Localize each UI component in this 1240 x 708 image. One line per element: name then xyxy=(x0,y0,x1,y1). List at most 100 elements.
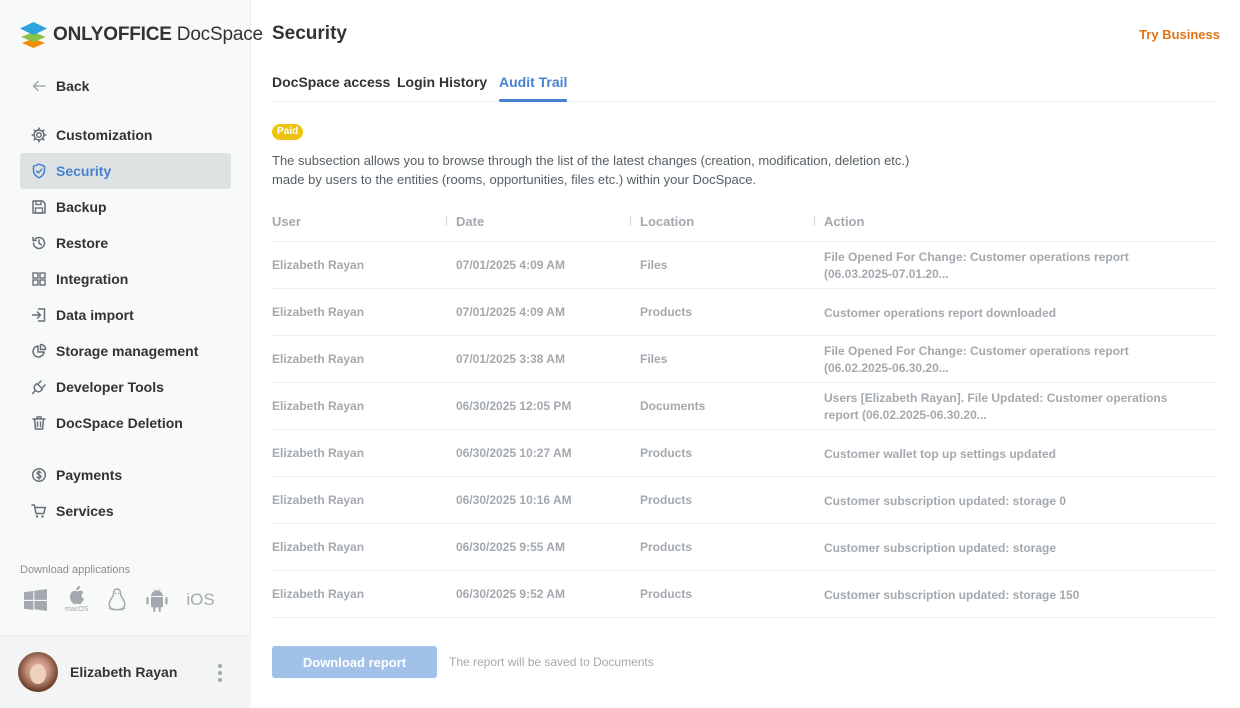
linux-app-link[interactable] xyxy=(106,587,128,612)
column-resize-handle[interactable] xyxy=(814,216,815,226)
profile-name: Elizabeth Rayan xyxy=(70,664,178,680)
arrow-left-icon xyxy=(31,78,47,94)
tab-bar: DocSpace access Login History Audit Trai… xyxy=(272,74,1216,102)
table-row[interactable]: Elizabeth Rayan 06/30/2025 9:52 AM Produ… xyxy=(272,571,1216,618)
grid-icon xyxy=(31,271,47,287)
tab-login-history[interactable]: Login History xyxy=(397,74,487,102)
table-row[interactable]: Elizabeth Rayan 07/01/2025 4:09 AM Produ… xyxy=(272,289,1216,336)
column-header-action[interactable]: Action xyxy=(824,214,864,229)
sidebar-item-customization[interactable]: Customization xyxy=(20,117,231,153)
cell-user: Elizabeth Rayan xyxy=(272,587,365,601)
cell-location: Documents xyxy=(640,399,706,413)
column-resize-handle[interactable] xyxy=(446,216,447,226)
more-vertical-icon[interactable] xyxy=(217,664,223,682)
table-header: User Date Location Action xyxy=(272,205,1216,242)
sidebar: ONLYOFFICE DocSpace Back Customization S… xyxy=(0,0,263,708)
user-profile[interactable]: Elizabeth Rayan xyxy=(0,635,251,708)
table-row[interactable]: Elizabeth Rayan 07/01/2025 4:09 AM Files… xyxy=(272,242,1216,289)
cell-date: 06/30/2025 10:16 AM xyxy=(456,493,572,507)
sidebar-item-label: DocSpace Deletion xyxy=(56,415,183,431)
cell-location: Products xyxy=(640,305,693,319)
sidebar-item-label: Security xyxy=(56,163,112,179)
download-apps-title: Download applications xyxy=(20,564,131,576)
sidebar-item-data-import[interactable]: Data import xyxy=(20,297,231,333)
column-header-location[interactable]: Location xyxy=(640,214,694,229)
sidebar-item-label: Customization xyxy=(56,127,153,143)
sidebar-item-docspace-deletion[interactable]: DocSpace Deletion xyxy=(20,405,231,441)
onlyoffice-logo[interactable]: ONLYOFFICE DocSpace xyxy=(20,22,263,48)
download-report-note: The report will be saved to Documents xyxy=(449,655,654,669)
android-app-link[interactable] xyxy=(146,588,168,612)
table-row[interactable]: Elizabeth Rayan 06/30/2025 9:55 AM Produ… xyxy=(272,524,1216,571)
cell-user: Elizabeth Rayan xyxy=(272,305,365,319)
description-line: The subsection allows you to browse thro… xyxy=(272,153,910,168)
description-line: made by users to the entities (rooms, op… xyxy=(272,172,757,187)
table-row[interactable]: Elizabeth Rayan 06/30/2025 12:05 PM Docu… xyxy=(272,383,1216,430)
cell-action: Customer wallet top up settings updated xyxy=(824,447,1057,461)
avatar[interactable] xyxy=(18,652,58,692)
windows-app-link[interactable] xyxy=(24,588,47,611)
cell-action: Customer subscription updated: storage 1… xyxy=(824,588,1080,602)
download-report-button[interactable]: Download report xyxy=(272,646,437,678)
cell-action: Customer operations report downloaded xyxy=(824,306,1057,320)
onlyoffice-logo-icon xyxy=(20,22,47,48)
back-button[interactable]: Back xyxy=(20,74,231,98)
section-description: The subsection allows you to browse thro… xyxy=(272,151,972,189)
sidebar-item-label: Data import xyxy=(56,307,134,323)
column-header-date[interactable]: Date xyxy=(456,214,484,229)
sidebar-item-integration[interactable]: Integration xyxy=(20,261,231,297)
sidebar-item-services[interactable]: Services xyxy=(20,493,231,529)
cell-user: Elizabeth Rayan xyxy=(272,446,365,460)
sidebar-item-storage-management[interactable]: Storage management xyxy=(20,333,231,369)
cell-date: 07/01/2025 4:09 AM xyxy=(456,258,565,272)
logo-text: ONLYOFFICE DocSpace xyxy=(53,24,263,45)
cell-date: 06/30/2025 10:27 AM xyxy=(456,446,572,460)
import-icon xyxy=(31,307,47,323)
cell-action: Customer subscription updated: storage xyxy=(824,541,1057,555)
sidebar-item-developer-tools[interactable]: Developer Tools xyxy=(20,369,231,405)
back-label: Back xyxy=(56,78,90,94)
table-row[interactable]: Elizabeth Rayan 06/30/2025 10:27 AM Prod… xyxy=(272,430,1216,477)
cell-date: 06/30/2025 9:52 AM xyxy=(456,587,565,601)
sidebar-item-backup[interactable]: Backup xyxy=(20,189,231,225)
gear-icon xyxy=(31,127,47,143)
pie-icon xyxy=(31,343,47,359)
table-row[interactable]: Elizabeth Rayan 06/30/2025 10:16 AM Prod… xyxy=(272,477,1216,524)
ios-app-link[interactable]: iOS xyxy=(186,590,214,610)
cell-action: Users [Elizabeth Rayan]. File Updated: C… xyxy=(824,391,1168,422)
cell-action: File Opened For Change: Customer operati… xyxy=(824,250,1129,281)
sidebar-item-security[interactable]: Security xyxy=(20,153,231,189)
apple-icon xyxy=(69,586,84,605)
sidebar-item-label: Services xyxy=(56,503,114,519)
floppy-icon xyxy=(31,199,47,215)
cell-user: Elizabeth Rayan xyxy=(272,258,365,272)
download-apps-list: macOS iOS xyxy=(24,586,215,613)
cell-user: Elizabeth Rayan xyxy=(272,399,365,413)
shield-icon xyxy=(31,163,47,179)
sidebar-item-label: Payments xyxy=(56,467,123,483)
android-icon xyxy=(146,588,168,612)
sidebar-item-label: Restore xyxy=(56,235,109,251)
trash-icon xyxy=(31,415,47,431)
ios-label: iOS xyxy=(186,589,215,609)
cell-user: Elizabeth Rayan xyxy=(272,493,365,507)
cell-location: Products xyxy=(640,446,693,460)
column-resize-handle[interactable] xyxy=(630,216,631,226)
tab-docspace-access[interactable]: DocSpace access xyxy=(272,74,390,102)
sidebar-item-restore[interactable]: Restore xyxy=(20,225,231,261)
sidebar-item-payments[interactable]: Payments xyxy=(20,457,231,493)
column-header-user[interactable]: User xyxy=(272,214,301,229)
sidebar-item-label: Backup xyxy=(56,199,107,215)
sidebar-item-label: Developer Tools xyxy=(56,379,164,395)
page-title: Security xyxy=(272,23,347,44)
linux-icon xyxy=(108,587,126,611)
history-icon xyxy=(31,235,47,251)
macos-app-link[interactable]: macOS xyxy=(65,586,88,613)
table-row[interactable]: Elizabeth Rayan 07/01/2025 3:38 AM Files… xyxy=(272,336,1216,383)
cell-location: Files xyxy=(640,352,668,366)
tab-audit-trail[interactable]: Audit Trail xyxy=(499,74,568,102)
plug-icon xyxy=(31,379,47,395)
cell-location: Files xyxy=(640,258,668,272)
audit-trail-table: User Date Location Action Elizabeth Raya… xyxy=(272,205,1216,618)
try-business-link[interactable]: Try Business xyxy=(1139,27,1220,42)
